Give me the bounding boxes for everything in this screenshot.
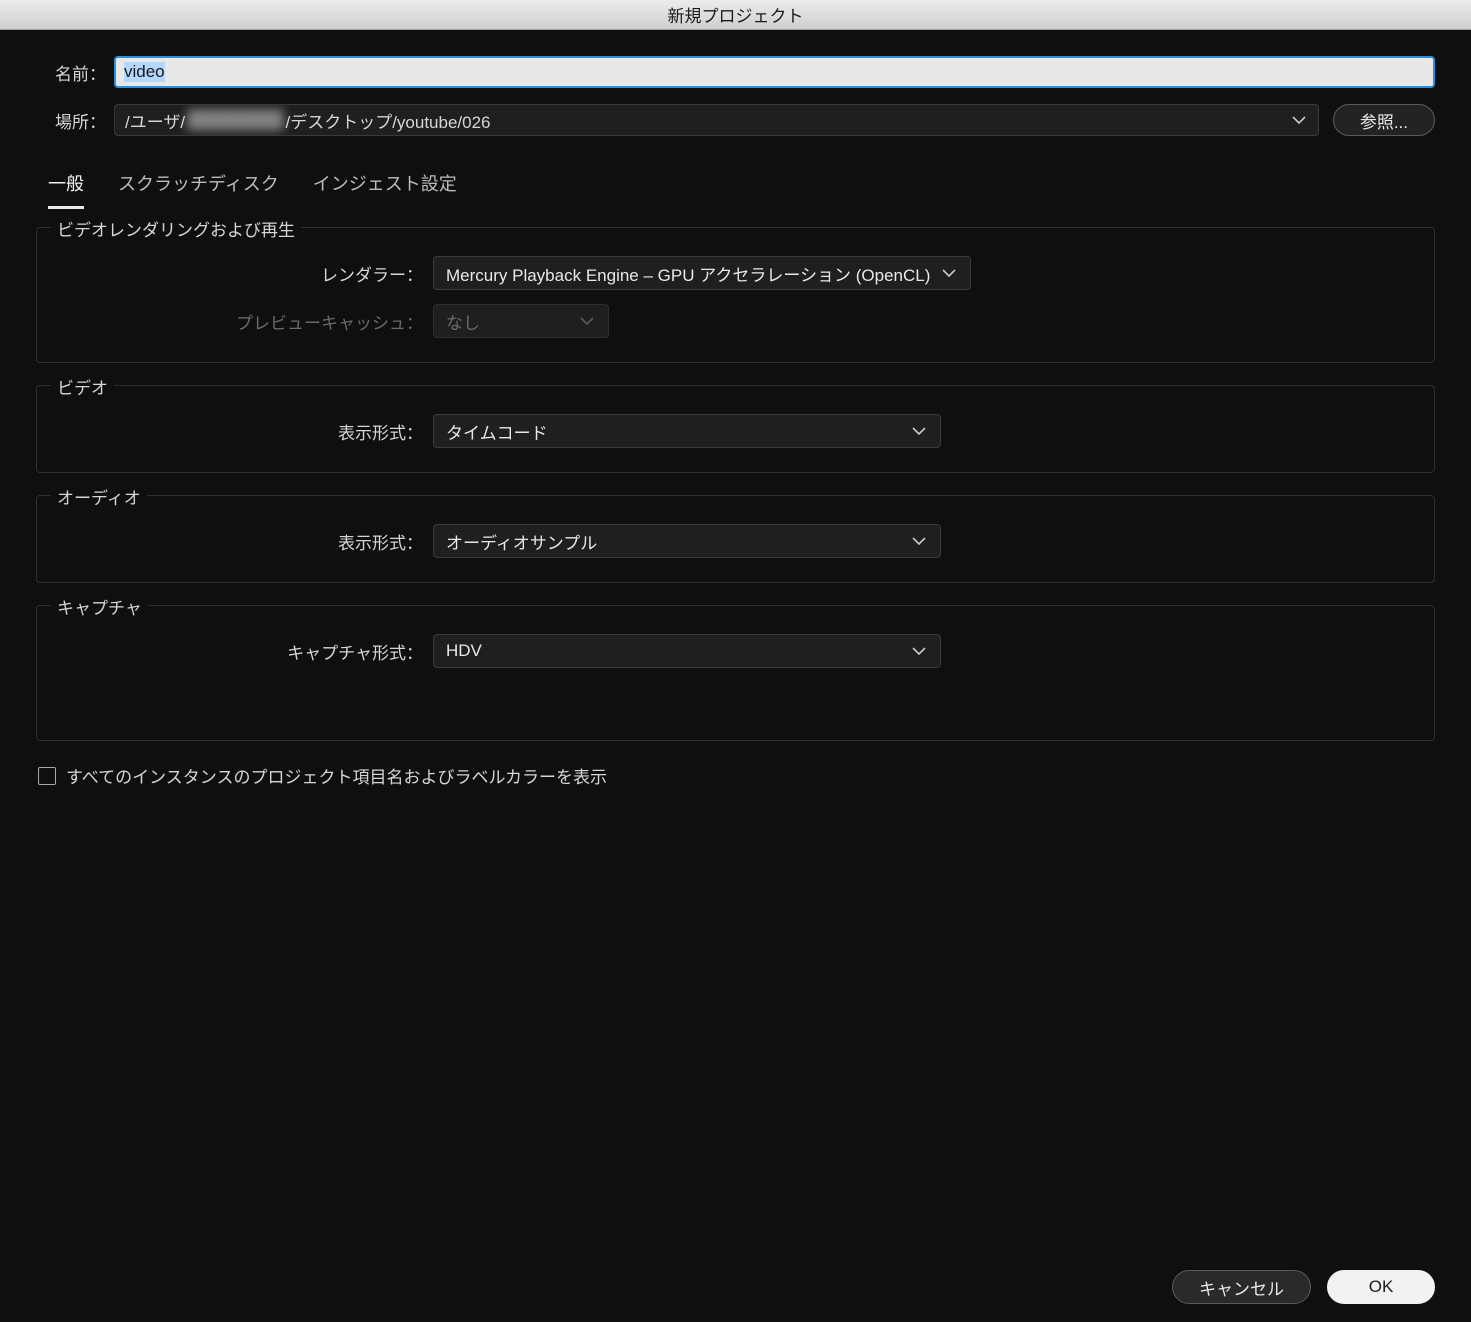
preview-cache-dropdown: なし (433, 304, 609, 338)
group-video: ビデオ 表示形式： タイムコード (36, 385, 1435, 473)
location-dropdown[interactable]: /ユーザ/████████/デスクトップ/youtube/026 (114, 104, 1319, 136)
cancel-label: キャンセル (1199, 1275, 1284, 1300)
chevron-down-icon (912, 427, 926, 435)
tabs: 一般 スクラッチディスク インジェスト設定 (36, 152, 1435, 209)
chevron-down-icon (942, 269, 956, 277)
group-capture-title: キャプチャ (51, 594, 148, 619)
tab-general[interactable]: 一般 (48, 170, 84, 209)
cancel-button[interactable]: キャンセル (1172, 1270, 1311, 1304)
group-video-title: ビデオ (51, 374, 114, 399)
location-path-post: /デスクトップ/youtube/026 (285, 108, 490, 133)
chevron-down-icon (912, 647, 926, 655)
preview-cache-label: プレビューキャッシュ： (55, 309, 433, 334)
renderer-label: レンダラー： (55, 261, 433, 286)
show-labels-checkbox[interactable] (38, 767, 56, 785)
preview-cache-value: なし (446, 309, 480, 334)
name-label: 名前： (36, 60, 114, 85)
location-path-pre: /ユーザ/ (125, 108, 185, 133)
ok-label: OK (1369, 1277, 1394, 1297)
video-display-label: 表示形式： (55, 419, 433, 444)
project-name-input[interactable] (114, 56, 1435, 88)
video-display-value: タイムコード (446, 419, 548, 444)
audio-display-value: オーディオサンプル (446, 529, 597, 554)
ok-button[interactable]: OK (1327, 1270, 1435, 1304)
group-audio: オーディオ 表示形式： オーディオサンプル (36, 495, 1435, 583)
location-path-redacted: ████████ (187, 110, 283, 130)
group-audio-title: オーディオ (51, 484, 147, 509)
chevron-down-icon (912, 537, 926, 545)
show-labels-checkbox-label: すべてのインスタンスのプロジェクト項目名およびラベルカラーを表示 (66, 763, 607, 788)
group-rendering: ビデオレンダリングおよび再生 レンダラー： Mercury Playback E… (36, 227, 1435, 363)
chevron-down-icon (1292, 116, 1306, 124)
group-capture: キャプチャ キャプチャ形式： HDV (36, 605, 1435, 741)
renderer-value: Mercury Playback Engine – GPU アクセラレーション … (446, 261, 930, 286)
capture-format-label: キャプチャ形式： (55, 639, 433, 664)
window-titlebar: 新規プロジェクト (0, 0, 1471, 30)
renderer-dropdown[interactable]: Mercury Playback Engine – GPU アクセラレーション … (433, 256, 971, 290)
capture-format-value: HDV (446, 641, 482, 661)
window-title: 新規プロジェクト (668, 2, 804, 27)
group-rendering-title: ビデオレンダリングおよび再生 (51, 216, 301, 241)
chevron-down-icon (580, 317, 594, 325)
location-label: 場所： (36, 108, 114, 133)
video-display-dropdown[interactable]: タイムコード (433, 414, 941, 448)
browse-button[interactable]: 参照... (1333, 104, 1435, 136)
capture-format-dropdown[interactable]: HDV (433, 634, 941, 668)
tab-scratch-disks[interactable]: スクラッチディスク (118, 170, 279, 209)
audio-display-label: 表示形式： (55, 529, 433, 554)
tab-ingest-settings[interactable]: インジェスト設定 (313, 170, 457, 209)
browse-label: 参照... (1360, 108, 1408, 133)
audio-display-dropdown[interactable]: オーディオサンプル (433, 524, 941, 558)
